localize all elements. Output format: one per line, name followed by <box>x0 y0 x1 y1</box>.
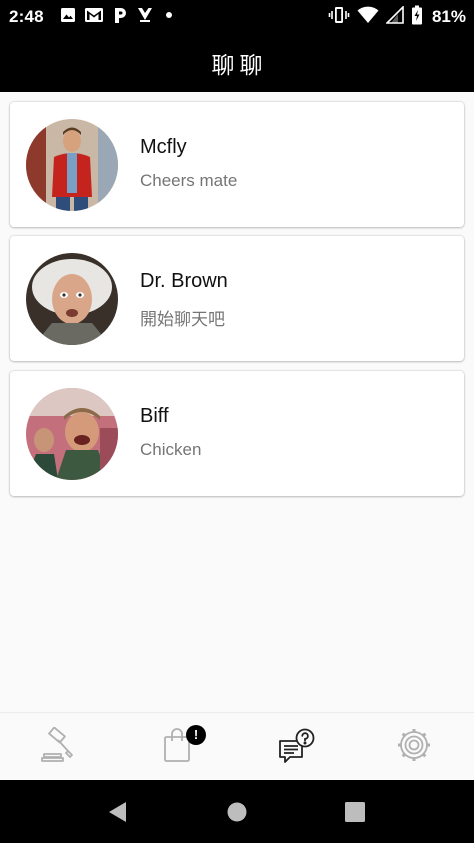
chat-preview: Chicken <box>140 440 202 459</box>
chat-preview: 開始聊天吧 <box>140 310 225 329</box>
settings-gear-icon <box>396 727 432 768</box>
vibrate-icon <box>328 6 350 29</box>
chat-item-biff[interactable]: Biff Chicken <box>10 371 464 496</box>
mcfly-avatar <box>26 119 118 211</box>
recents-button[interactable] <box>343 800 367 824</box>
back-button[interactable] <box>106 800 130 824</box>
gavel-icon <box>41 726 77 768</box>
notification-badge: ! <box>186 725 206 745</box>
battery-percentage: 81% <box>431 7 466 26</box>
dot-icon <box>162 8 176 27</box>
chat-name: Dr. Brown <box>140 270 228 292</box>
chat-item-mcfly[interactable]: Mcfly Cheers mate <box>10 102 464 227</box>
chat-preview: Cheers mate <box>140 171 238 190</box>
system-navigation-bar <box>0 780 474 843</box>
notification-icons <box>60 6 176 29</box>
check-app-icon <box>136 6 154 29</box>
app-bar: 聊聊 <box>0 34 474 92</box>
doc-brown-avatar <box>26 253 118 345</box>
nav-chat[interactable] <box>275 727 319 767</box>
battery-icon <box>411 5 423 30</box>
chat-name: Biff <box>140 405 169 427</box>
p-app-icon <box>112 6 128 29</box>
nav-settings[interactable] <box>392 727 436 767</box>
chat-item-dr-brown[interactable]: Dr. Brown 開始聊天吧 <box>10 236 464 361</box>
status-time: 2:48 <box>9 7 44 26</box>
gmail-icon <box>84 7 104 28</box>
bottom-navigation: ! <box>0 712 474 780</box>
chat-name: Mcfly <box>140 136 187 158</box>
page-title: 聊聊 <box>211 53 268 79</box>
image-icon <box>60 7 76 28</box>
status-bar: 2:48 81% <box>0 0 474 34</box>
nav-auction[interactable] <box>37 726 81 768</box>
system-status: 81% <box>328 4 466 30</box>
signal-icon <box>385 4 404 29</box>
home-button[interactable] <box>225 800 249 824</box>
biff-avatar <box>26 388 118 480</box>
chat-question-icon <box>278 727 316 768</box>
chat-list: Mcfly Cheers mate Dr. Brown 開始聊天吧 Biff C… <box>10 102 464 505</box>
wifi-icon <box>357 6 379 29</box>
